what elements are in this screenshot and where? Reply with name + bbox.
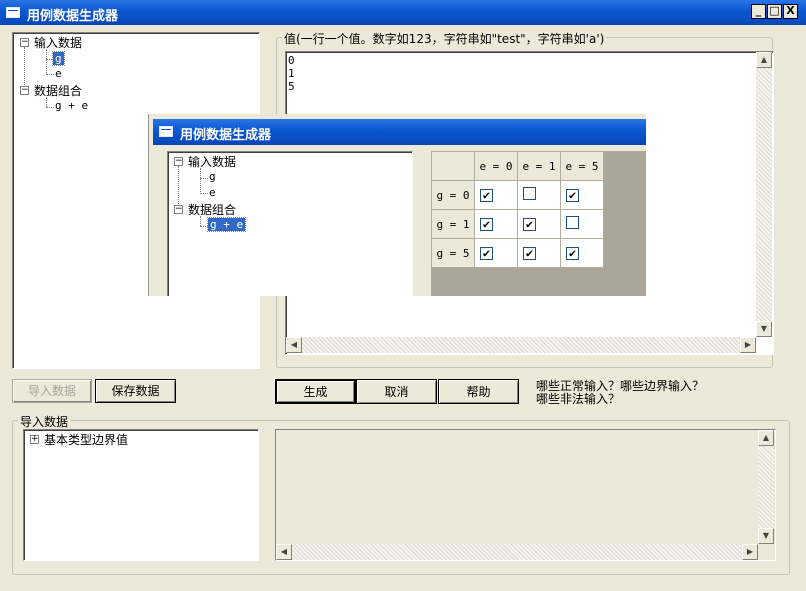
close-button[interactable]: X bbox=[783, 4, 798, 19]
checkbox: ✔ bbox=[480, 188, 493, 202]
tree-node-combinations[interactable]: 数据组合 bbox=[34, 82, 82, 99]
grid-cell: ✔ bbox=[517, 209, 561, 239]
collapse-icon[interactable]: − bbox=[20, 86, 29, 95]
collapse-icon: − bbox=[174, 204, 183, 214]
combination-grid: e = 0 e = 1 e = 5 g = 0 ✔ ✔ g = 1 ✔ ✔ g … bbox=[431, 151, 604, 268]
embedded-variable-tree: − 输入数据 g e − 数据组合 g + e bbox=[167, 151, 413, 296]
tree-node-g-plus-e: g + e bbox=[206, 217, 247, 232]
grid-corner bbox=[431, 151, 475, 181]
embedded-screenshot: 用例数据生成器 − 输入数据 g e − 数据组合 g + e e = 0 e … bbox=[148, 114, 646, 296]
tree-node-g: g bbox=[209, 170, 216, 183]
collapse-icon[interactable]: − bbox=[20, 38, 29, 47]
checkbox: ✔ bbox=[523, 217, 536, 231]
grid-cell: ✔ bbox=[560, 238, 604, 268]
maximize-button[interactable]: □ bbox=[767, 4, 782, 19]
import-tree[interactable]: + 基本类型边界值 bbox=[23, 429, 259, 561]
scroll-right-arrow-icon[interactable]: ▶ bbox=[740, 337, 756, 353]
checkbox: ✔ bbox=[480, 246, 493, 260]
checkbox bbox=[523, 187, 536, 200]
tree-node-inputs[interactable]: 输入数据 bbox=[34, 34, 82, 51]
value-line: 1 bbox=[288, 67, 295, 80]
hint-text-line2: 哪些非法输入？ bbox=[536, 392, 621, 406]
scroll-right-arrow-icon[interactable]: ▶ bbox=[742, 544, 758, 560]
horizontal-scrollbar[interactable]: ◀ ▶ bbox=[286, 337, 756, 353]
scroll-left-arrow-icon[interactable]: ◀ bbox=[286, 337, 302, 353]
embedded-title-bar: 用例数据生成器 bbox=[153, 119, 646, 145]
tree-node-g[interactable]: g bbox=[52, 51, 65, 66]
tree-node-combinations: 数据组合 bbox=[188, 203, 237, 217]
value-line: 0 bbox=[288, 54, 295, 67]
row-header: g = 5 bbox=[431, 238, 475, 268]
help-button[interactable]: 帮助 bbox=[438, 379, 519, 404]
embedded-window-title: 用例数据生成器 bbox=[180, 128, 272, 143]
grid-cell: ✔ bbox=[474, 180, 518, 210]
column-header: e = 0 bbox=[474, 151, 518, 181]
cancel-button[interactable]: 取消 bbox=[356, 379, 437, 404]
grid-cell: ✔ bbox=[474, 209, 518, 239]
scroll-up-arrow-icon[interactable]: ▲ bbox=[756, 52, 772, 68]
grid-cell: ✔ bbox=[517, 238, 561, 268]
checkbox: ✔ bbox=[480, 217, 493, 231]
value-line: 5 bbox=[288, 80, 295, 93]
checkbox: ✔ bbox=[566, 246, 579, 260]
grid-cell bbox=[517, 180, 561, 210]
app-icon bbox=[6, 7, 20, 18]
grid-cell: ✔ bbox=[560, 180, 604, 210]
horizontal-scrollbar[interactable]: ◀ ▶ bbox=[276, 544, 758, 560]
scroll-left-arrow-icon[interactable]: ◀ bbox=[276, 544, 292, 560]
minimize-button[interactable]: _ bbox=[751, 4, 766, 19]
tree-node-e: e bbox=[209, 186, 216, 199]
tree-node-inputs: 输入数据 bbox=[188, 155, 237, 169]
scroll-up-arrow-icon[interactable]: ▲ bbox=[758, 430, 774, 446]
grid-cell: ✔ bbox=[474, 238, 518, 268]
checkbox: ✔ bbox=[566, 188, 579, 202]
app-icon bbox=[159, 126, 173, 137]
column-header: e = 5 bbox=[560, 151, 604, 181]
save-data-button[interactable]: 保存数据 bbox=[95, 379, 176, 403]
scroll-down-arrow-icon[interactable]: ▼ bbox=[758, 528, 774, 544]
checkbox bbox=[566, 216, 579, 229]
expand-icon[interactable]: + bbox=[30, 435, 39, 444]
row-header: g = 1 bbox=[431, 209, 475, 239]
grid-cell bbox=[560, 209, 604, 239]
values-group-label: 值(一行一个值。数字如123，字符串如"test"，字符串如'a') bbox=[282, 30, 607, 47]
vertical-scrollbar[interactable]: ▲ ▼ bbox=[756, 52, 772, 337]
checkbox: ✔ bbox=[523, 246, 536, 260]
generate-button[interactable]: 生成 bbox=[275, 379, 356, 404]
import-preview[interactable]: ▲ ▼ ◀ ▶ bbox=[275, 429, 776, 561]
column-header: e = 1 bbox=[517, 151, 561, 181]
collapse-icon: − bbox=[174, 156, 183, 166]
import-group-label: 导入数据 bbox=[18, 413, 71, 430]
vertical-scrollbar[interactable]: ▲ ▼ bbox=[758, 430, 774, 544]
scroll-down-arrow-icon[interactable]: ▼ bbox=[756, 321, 772, 337]
tree-node-g-plus-e[interactable]: g + e bbox=[55, 99, 88, 112]
import-data-button[interactable]: 导入数据 bbox=[12, 379, 92, 403]
window-title: 用例数据生成器 bbox=[27, 9, 119, 24]
tree-node-basic-boundary[interactable]: 基本类型边界值 bbox=[44, 431, 128, 448]
row-header: g = 0 bbox=[431, 180, 475, 210]
tree-node-e[interactable]: e bbox=[55, 67, 62, 80]
title-bar: 用例数据生成器 _ □ X bbox=[0, 0, 806, 25]
